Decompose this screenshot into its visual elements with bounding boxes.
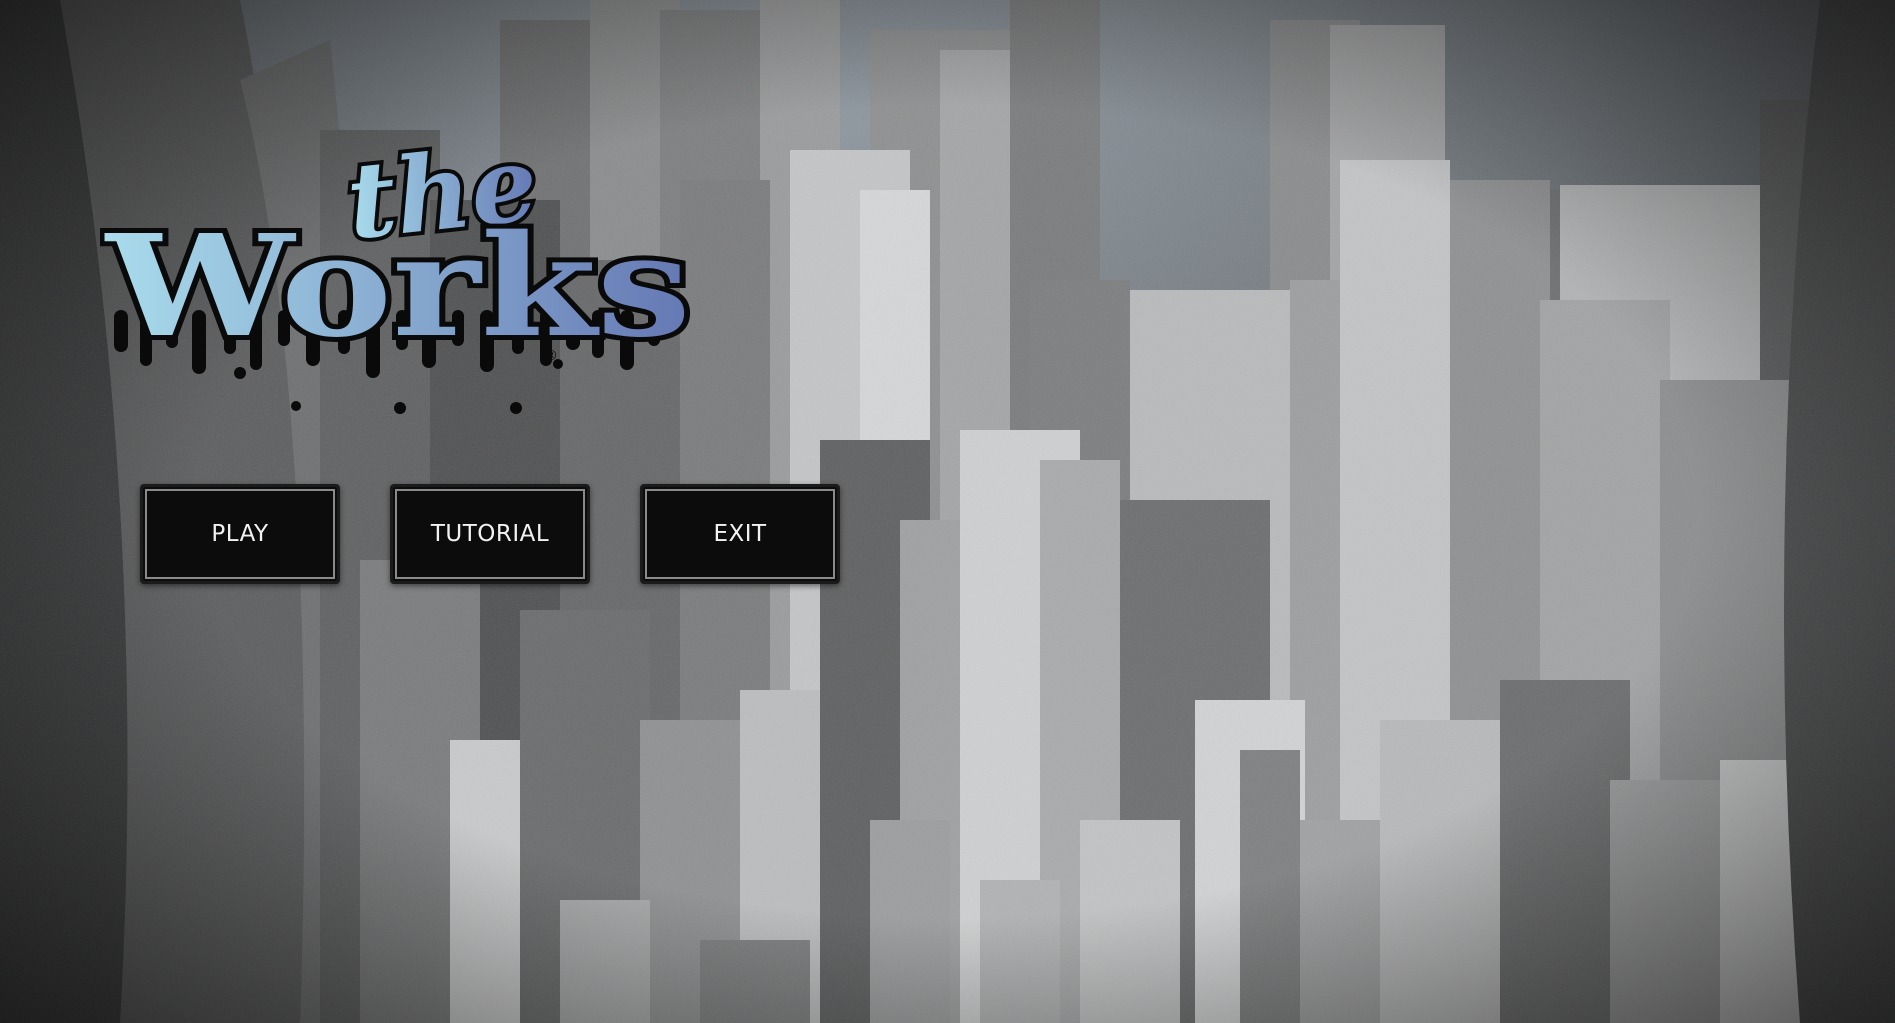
main-menu-screen: the Works ® PLAY TUTORIAL EXIT [0,0,1895,1023]
tutorial-button-label: TUTORIAL [430,521,550,547]
exit-button[interactable]: EXIT [640,484,840,584]
main-menu: PLAY TUTORIAL EXIT [140,484,840,584]
game-logo: the Works ® [100,120,696,414]
registered-mark: ® [544,348,558,364]
play-button[interactable]: PLAY [140,484,340,584]
logo-word-works: Works [104,205,691,369]
tutorial-button[interactable]: TUTORIAL [390,484,590,584]
exit-button-label: EXIT [713,521,767,547]
play-button-label: PLAY [211,521,269,547]
